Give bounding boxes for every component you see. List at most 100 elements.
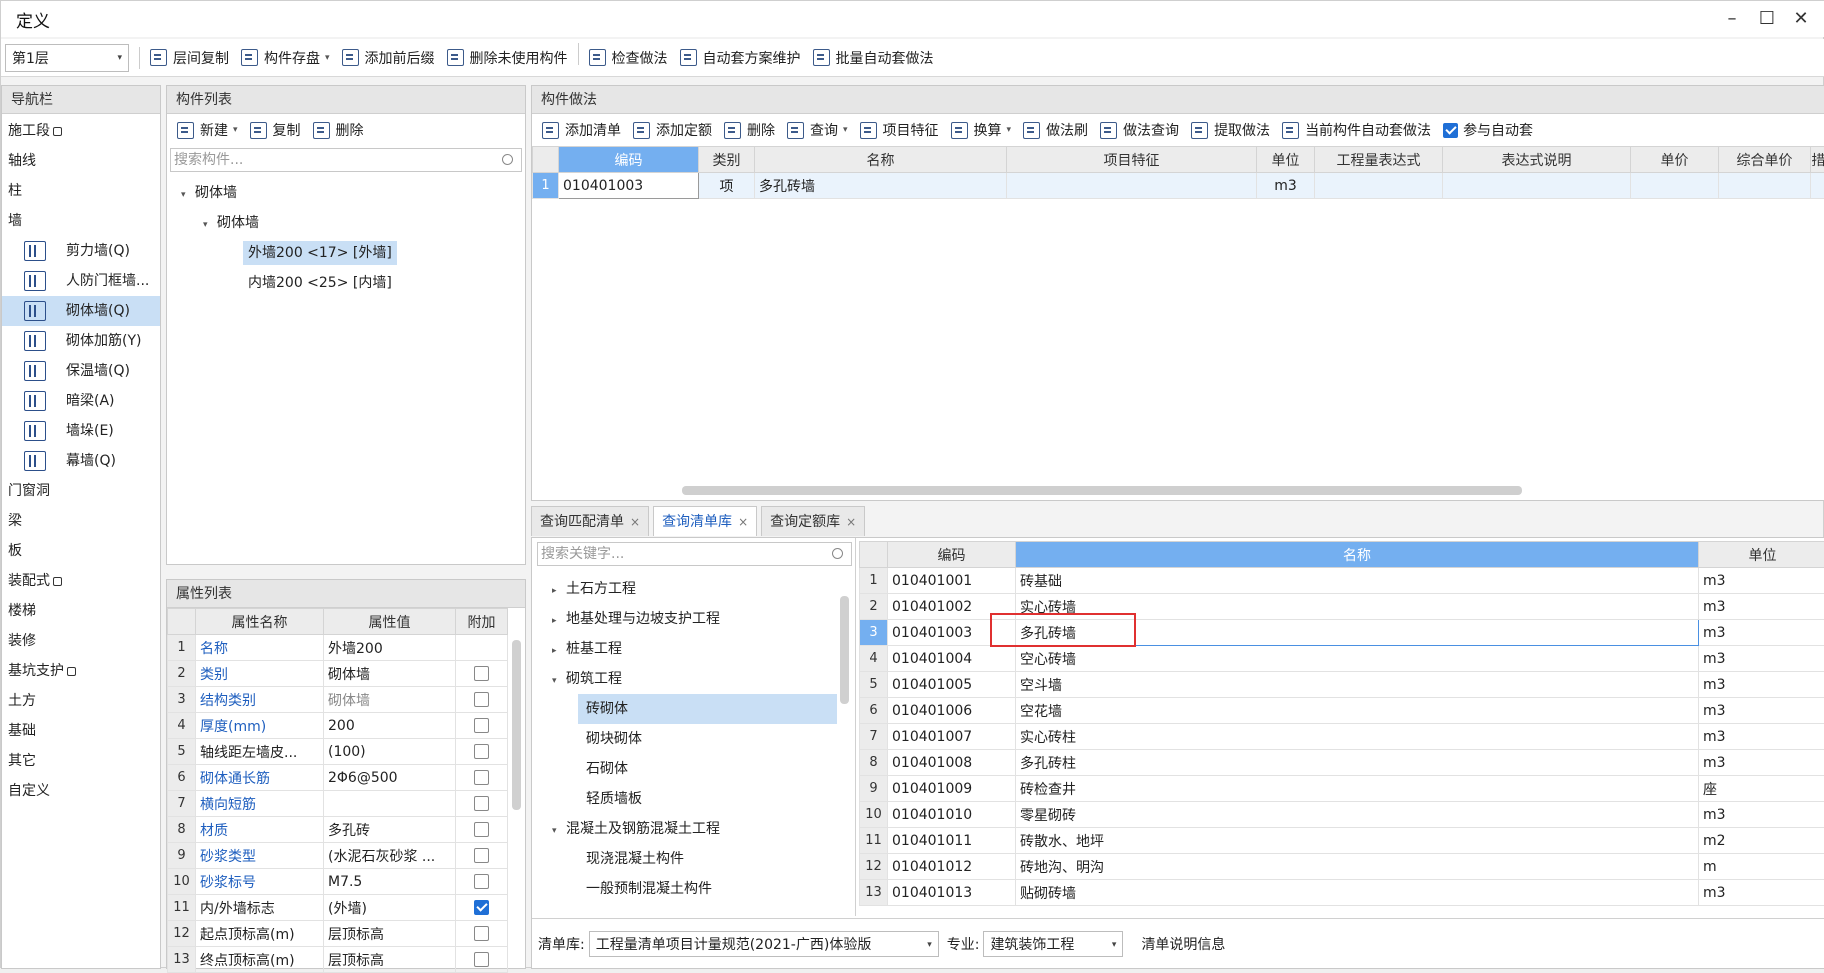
table-row[interactable]: 4010401004空心砖墙m3 [860,646,1824,672]
property-value[interactable]: 层顶标高 [324,921,456,947]
table-row[interactable]: 9砂浆类型(水泥石灰砂浆 ... [168,843,508,869]
keyword-search-input[interactable]: 搜索关键字... [537,542,852,566]
category-node[interactable]: 一般预制混凝土构件 [534,874,855,904]
nav-item[interactable]: 轴线 [2,146,160,176]
attach-checkbox[interactable] [474,744,489,759]
property-value[interactable]: 砌体墙 [324,687,456,713]
query-tab[interactable]: 查询匹配清单× [531,506,649,536]
nav-item[interactable]: 人防门框墙... [2,266,160,296]
close-icon[interactable]: ✕ [1783,7,1819,31]
toolbar-button[interactable]: 批量自动套做法 [807,43,940,73]
attach-checkbox[interactable] [474,718,489,733]
list-info-button[interactable]: 清单说明信息 [1141,934,1225,954]
attach-checkbox[interactable] [474,952,489,967]
nav-item[interactable]: 暗梁(A) [2,386,160,416]
toolbar-button[interactable]: 检查做法 [583,43,674,73]
delete-button[interactable]: 删除 [307,115,370,145]
attach-checkbox[interactable] [474,666,489,681]
property-value[interactable]: 多孔砖 [324,817,456,843]
library-select[interactable]: 工程量清单项目计量规范(2021-广西)体验版▾ [589,931,939,957]
tree-item-interior-wall[interactable]: 内墙200 <25> [内墙] [167,268,525,298]
table-row[interactable]: 5010401005空斗墙m3 [860,672,1824,698]
tree-item-exterior-wall[interactable]: 外墙200 <17> [外墙] [167,238,525,268]
nav-item[interactable]: 幕墙(Q) [2,446,160,476]
method-button[interactable]: 换算▾ [945,115,1018,145]
toolbar-button[interactable]: 添加前后缀 [336,43,441,73]
nav-item[interactable]: 装配式 [2,566,160,596]
tree-root[interactable]: ▾砌体墙 [167,178,525,208]
method-button[interactable]: 添加清单 [536,115,627,145]
attach-checkbox[interactable] [474,900,489,915]
property-value[interactable]: 砌体墙 [324,661,456,687]
nav-item[interactable]: 板 [2,536,160,566]
nav-item[interactable]: 梁 [2,506,160,536]
table-row[interactable]: 6砌体通长筋2Φ6@500 [168,765,508,791]
toolbar-button[interactable]: 构件存盘▾ [235,43,336,73]
property-value[interactable]: (外墙) [324,895,456,921]
property-value[interactable]: 2Φ6@500 [324,765,456,791]
nav-item[interactable]: 基坑支护 [2,656,160,686]
nav-item[interactable]: 装修 [2,626,160,656]
attach-checkbox[interactable] [474,848,489,863]
new-button[interactable]: 新建▾ [171,115,244,145]
table-row[interactable]: 13010401013贴砌砖墙m3 [860,880,1824,906]
property-value[interactable]: 外墙200 [324,635,456,661]
nav-item[interactable]: 基础 [2,716,160,746]
category-node[interactable]: 现浇混凝土构件 [534,844,855,874]
method-button[interactable]: 当前构件自动套做法 [1276,115,1437,145]
specialty-select[interactable]: 建筑装饰工程▾ [983,931,1123,957]
table-row[interactable]: 11内/外墙标志(外墙) [168,895,508,921]
table-row[interactable]: 3结构类别砌体墙 [168,687,508,713]
table-row[interactable]: 1名称外墙200 [168,635,508,661]
nav-item[interactable]: 土方 [2,686,160,716]
method-button[interactable]: 删除 [718,115,781,145]
query-tab[interactable]: 查询清单库× [653,506,757,536]
table-row[interactable]: 7010401007实心砖柱m3 [860,724,1824,750]
method-button[interactable]: 做法刷 [1017,115,1094,145]
close-icon[interactable]: × [738,515,748,529]
table-row[interactable]: 6010401006空花墙m3 [860,698,1824,724]
attach-checkbox[interactable] [474,874,489,889]
maximize-icon[interactable]: ☐ [1749,7,1785,31]
property-value[interactable]: (水泥石灰砂浆 ... [324,843,456,869]
category-node[interactable]: 砖砌体 [578,694,837,724]
nav-item[interactable]: 剪力墙(Q) [2,236,160,266]
nav-item[interactable]: 保温墙(Q) [2,356,160,386]
query-tab[interactable]: 查询定额库× [761,506,865,536]
method-button[interactable]: 做法查询 [1094,115,1185,145]
table-row[interactable]: 5轴线距左墙皮...(100) [168,739,508,765]
toolbar-button[interactable]: 删除未使用构件 [441,43,574,73]
copy-button[interactable]: 复制 [244,115,307,145]
category-node[interactable]: ▸地基处理与边坡支护工程 [534,604,855,634]
nav-item[interactable]: 其它 [2,746,160,776]
table-row[interactable]: 4厚度(mm)200 [168,713,508,739]
property-value[interactable]: 层顶标高 [324,947,456,973]
method-hscrollbar[interactable] [682,486,1522,495]
category-node[interactable]: ▾混凝土及钢筋混凝土工程 [534,814,855,844]
category-node[interactable]: 轻质墙板 [534,784,855,814]
table-row[interactable]: 12010401012砖地沟、明沟m [860,854,1824,880]
table-row[interactable]: 10砂浆标号M7.5 [168,869,508,895]
category-node[interactable]: ▾砌筑工程 [534,664,855,694]
attach-checkbox[interactable] [474,796,489,811]
toolbar-button[interactable]: 自动套方案维护 [674,43,807,73]
toolbar-button[interactable]: 层间复制 [144,43,235,73]
minimize-icon[interactable]: – [1714,7,1750,31]
table-row[interactable]: 7横向短筋 [168,791,508,817]
category-node[interactable]: ▸桩基工程 [534,634,855,664]
nav-item[interactable]: 门窗洞 [2,476,160,506]
category-scrollbar[interactable] [840,596,849,704]
table-row[interactable]: 8010401008多孔砖柱m3 [860,750,1824,776]
property-value[interactable]: (100) [324,739,456,765]
nav-item[interactable]: 砌体加筋(Y) [2,326,160,356]
component-search-input[interactable]: 搜索构件... [170,148,522,172]
table-row[interactable]: 8材质多孔砖 [168,817,508,843]
nav-item[interactable]: 柱 [2,176,160,206]
method-button[interactable]: 添加定额 [627,115,718,145]
table-row[interactable]: 11010401011砖散水、地坪m2 [860,828,1824,854]
table-row[interactable]: 1010401001砖基础m3 [860,568,1824,594]
table-row[interactable]: 2类别砌体墙 [168,661,508,687]
nav-item[interactable]: 楼梯 [2,596,160,626]
category-node[interactable]: 砌块砌体 [534,724,855,754]
property-value[interactable] [324,791,456,817]
